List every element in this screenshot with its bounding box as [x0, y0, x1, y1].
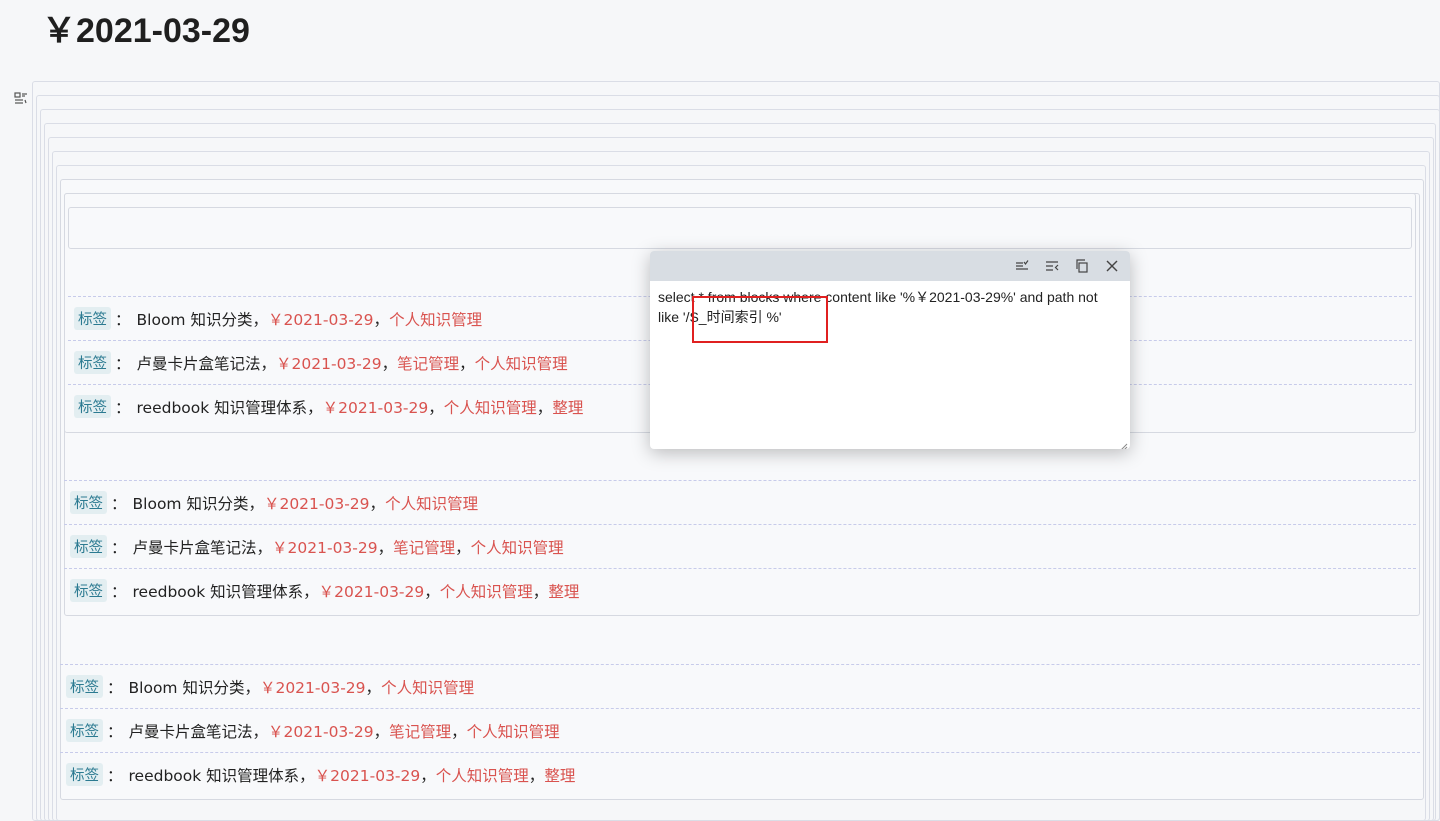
separator: ， [365, 678, 382, 697]
tag-link[interactable]: 笔记管理 [393, 536, 455, 558]
query-editor-popup: select * from blocks where content like … [650, 251, 1130, 449]
tag-link[interactable]: ￥2021-03-29 [319, 580, 425, 602]
colon: ： [107, 722, 123, 741]
result-row: 标签： reedbook 知识管理体系， ￥2021-03-29，个人知识管理，整理 [60, 752, 1420, 796]
colon: ： [115, 310, 131, 329]
tag-link[interactable]: 个人知识管理 [467, 720, 560, 742]
tag-link[interactable]: 整理 [548, 580, 579, 602]
separator: ， [528, 766, 545, 785]
tag-link[interactable]: ￥2021-03-29 [268, 720, 374, 742]
tag-label: 标签 [70, 491, 107, 514]
resize-grip-icon[interactable] [1118, 437, 1128, 449]
separator: ， [424, 582, 440, 601]
tag-link[interactable]: ￥2021-03-29 [323, 396, 429, 418]
query-input-bar[interactable] [68, 207, 1412, 249]
tag-link[interactable]: 个人知识管理 [444, 396, 537, 418]
colon: ： [115, 398, 131, 417]
separator: ， [428, 398, 444, 417]
tag-link[interactable]: 笔记管理 [389, 720, 451, 742]
tag-label: 标签 [74, 395, 111, 418]
tag-link[interactable]: 个人知识管理 [471, 536, 564, 558]
colon: ： [107, 766, 123, 785]
tag-label: 标签 [70, 535, 107, 558]
colon: ： [111, 494, 127, 513]
separator: ， [373, 310, 390, 329]
tag-link[interactable]: ￥2021-03-29 [264, 492, 370, 514]
colon: ： [115, 354, 131, 373]
colon: ： [107, 678, 123, 697]
tag-link[interactable]: 个人知识管理 [385, 492, 478, 514]
tag-link[interactable]: ￥2021-03-29 [272, 536, 378, 558]
tag-label: 标签 [66, 675, 103, 698]
doc-title[interactable]: 卢曼卡片盒笔记法， [129, 720, 269, 742]
doc-title[interactable]: Bloom 知识分类， [129, 676, 260, 698]
tag-link[interactable]: 个人知识管理 [389, 308, 482, 330]
separator: ， [459, 354, 475, 373]
tag-link[interactable]: 个人知识管理 [381, 676, 474, 698]
colon: ： [111, 582, 127, 601]
doc-title[interactable]: Bloom 知识分类， [133, 492, 264, 514]
doc-title[interactable]: reedbook 知识管理体系， [137, 396, 323, 418]
block-gutter-icon[interactable] [14, 90, 28, 104]
tag-label: 标签 [66, 719, 103, 742]
result-row: 标签：卢曼卡片盒笔记法， ￥2021-03-29，笔记管理，个人知识管理 [64, 524, 1416, 568]
tag-link[interactable]: ￥2021-03-29 [268, 308, 374, 330]
doc-title[interactable]: reedbook 知识管理体系， [129, 764, 315, 786]
separator: ， [369, 494, 386, 513]
separator: ， [455, 538, 471, 557]
result-row: 标签： Bloom 知识分类， ￥2021-03-29，个人知识管理 [60, 664, 1420, 708]
tag-label: 标签 [66, 763, 103, 786]
tag-link[interactable]: 个人知识管理 [436, 764, 529, 786]
colon: ： [111, 538, 127, 557]
tag-link[interactable]: ￥2021-03-29 [315, 764, 421, 786]
doc-title[interactable]: Bloom 知识分类， [137, 308, 268, 330]
separator: ， [373, 722, 390, 741]
separator: ， [532, 582, 549, 601]
doc-title[interactable]: 卢曼卡片盒笔记法， [133, 536, 273, 558]
separator: ， [451, 722, 467, 741]
list-check-icon[interactable] [1012, 256, 1032, 276]
result-row: 标签： Bloom 知识分类， ￥2021-03-29，个人知识管理 [64, 480, 1416, 524]
tag-link[interactable]: 个人知识管理 [475, 352, 568, 374]
tag-label: 标签 [74, 351, 111, 374]
sql-query-text[interactable]: select * from blocks where content like … [658, 287, 1122, 327]
copy-icon[interactable] [1072, 256, 1092, 276]
tag-label: 标签 [74, 307, 111, 330]
page-title: ￥2021-03-29 [42, 12, 250, 50]
tag-link[interactable]: ￥2021-03-29 [260, 676, 366, 698]
close-icon[interactable] [1102, 256, 1122, 276]
separator: ， [536, 398, 553, 417]
tag-label: 标签 [70, 579, 107, 602]
result-row: 标签： reedbook 知识管理体系， ￥2021-03-29，个人知识管理，整理 [64, 568, 1416, 612]
tag-link[interactable]: 整理 [552, 396, 583, 418]
tag-link[interactable]: 个人知识管理 [440, 580, 533, 602]
tag-link[interactable]: ￥2021-03-29 [276, 352, 382, 374]
separator: ， [377, 538, 394, 557]
popup-toolbar [650, 251, 1130, 281]
tag-link[interactable]: 整理 [544, 764, 575, 786]
separator: ， [381, 354, 398, 373]
separator: ， [420, 766, 436, 785]
list-collapse-icon[interactable] [1042, 256, 1062, 276]
doc-title[interactable]: reedbook 知识管理体系， [133, 580, 319, 602]
doc-title[interactable]: 卢曼卡片盒笔记法， [137, 352, 277, 374]
tag-link[interactable]: 笔记管理 [397, 352, 459, 374]
result-row: 标签：卢曼卡片盒笔记法， ￥2021-03-29，笔记管理，个人知识管理 [60, 708, 1420, 752]
